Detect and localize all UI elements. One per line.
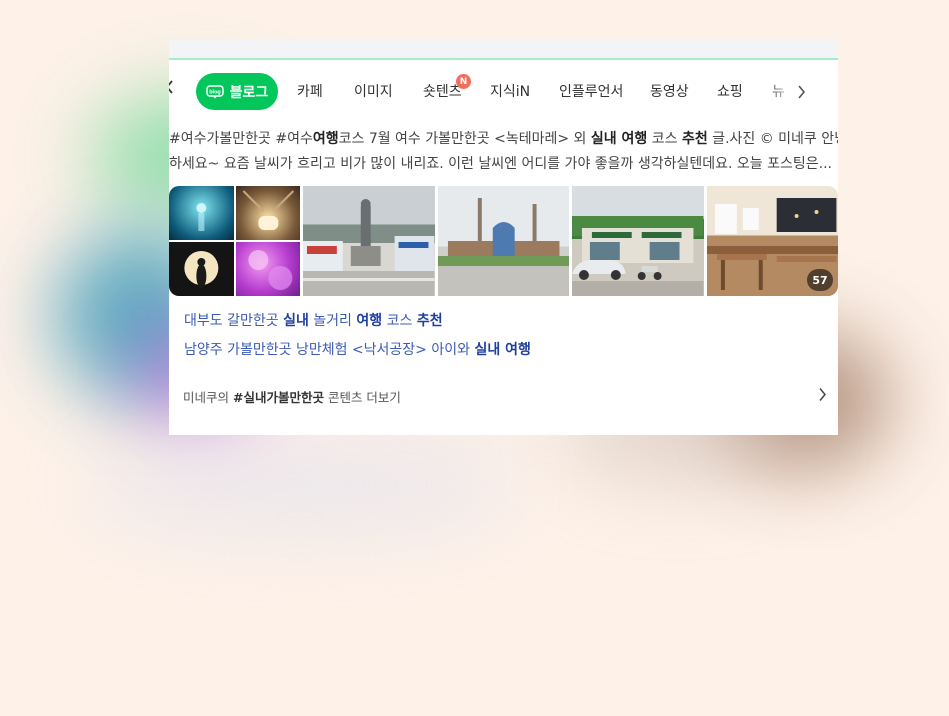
thumbnail-strip: 57 xyxy=(169,186,838,296)
tab-shopping[interactable]: 쇼핑 xyxy=(717,81,743,101)
tab-knowledge-in[interactable]: 지식iN xyxy=(490,81,530,101)
related-post-link-1[interactable]: 대부도 갈만한곳 실내 놀거리 여행 코스 추천 xyxy=(184,307,531,336)
top-band xyxy=(169,40,838,58)
chevron-left-icon[interactable] xyxy=(169,80,174,98)
search-result-card: blog 블로그 카페 이미지 숏텐츠 N 지식iN 인플루언서 동영상 쇼핑 … xyxy=(169,40,838,435)
blog-icon: blog xyxy=(205,84,224,98)
chevron-right-icon xyxy=(819,388,826,401)
thumbnail-shop-street[interactable] xyxy=(572,186,704,296)
divider xyxy=(169,58,838,60)
tab-cafe[interactable]: 카페 xyxy=(297,81,323,101)
thumbnail-statue-street[interactable] xyxy=(303,186,435,296)
snippet-line-1: #여수가볼만한곳 #여수여행코스 7월 여수 가볼만한곳 <녹테마레> 외 실내… xyxy=(169,131,838,147)
thumbnail-restaurant-interior[interactable]: 57 xyxy=(706,186,838,296)
new-badge: N xyxy=(456,74,471,89)
related-post-link-2[interactable]: 남양주 가볼만한곳 낭만체험 <낙서공장> 아이와 실내 여행 xyxy=(184,336,531,365)
thumbnail-gate-plaza[interactable] xyxy=(437,186,570,296)
more-content-label: 미네쿠의 #실내가볼만한곳 콘텐츠 더보기 xyxy=(183,390,401,405)
tab-bar: blog 블로그 카페 이미지 숏텐츠 N 지식iN 인플루언서 동영상 쇼핑 … xyxy=(169,73,838,111)
more-content-link[interactable]: 미네쿠의 #실내가볼만한곳 콘텐츠 더보기 xyxy=(169,380,838,410)
tab-blog[interactable]: blog 블로그 xyxy=(196,73,278,110)
snippet-line-2: 하세요~ 요즘 날씨가 흐리고 비가 많이 내리죠. 이런 날씨엔 어디를 가야… xyxy=(169,156,833,172)
related-posts: 대부도 갈만한곳 실내 놀거리 여행 코스 추천 남양주 가볼만한곳 낭만체험 … xyxy=(184,307,531,365)
photo-count-badge: 57 xyxy=(807,269,834,291)
thumbnail-neon-collage[interactable] xyxy=(169,186,301,296)
tabs-next-button[interactable] xyxy=(764,73,838,110)
svg-text:blog: blog xyxy=(209,89,221,95)
chevron-right-icon xyxy=(798,85,806,99)
tab-video[interactable]: 동영상 xyxy=(650,81,689,101)
tab-blog-label: 블로그 xyxy=(229,84,269,101)
post-snippet[interactable]: #여수가볼만한곳 #여수여행코스 7월 여수 가볼만한곳 <녹테마레> 외 실내… xyxy=(169,127,838,177)
tab-influencer[interactable]: 인플루언서 xyxy=(559,81,623,101)
tab-images[interactable]: 이미지 xyxy=(354,81,393,101)
